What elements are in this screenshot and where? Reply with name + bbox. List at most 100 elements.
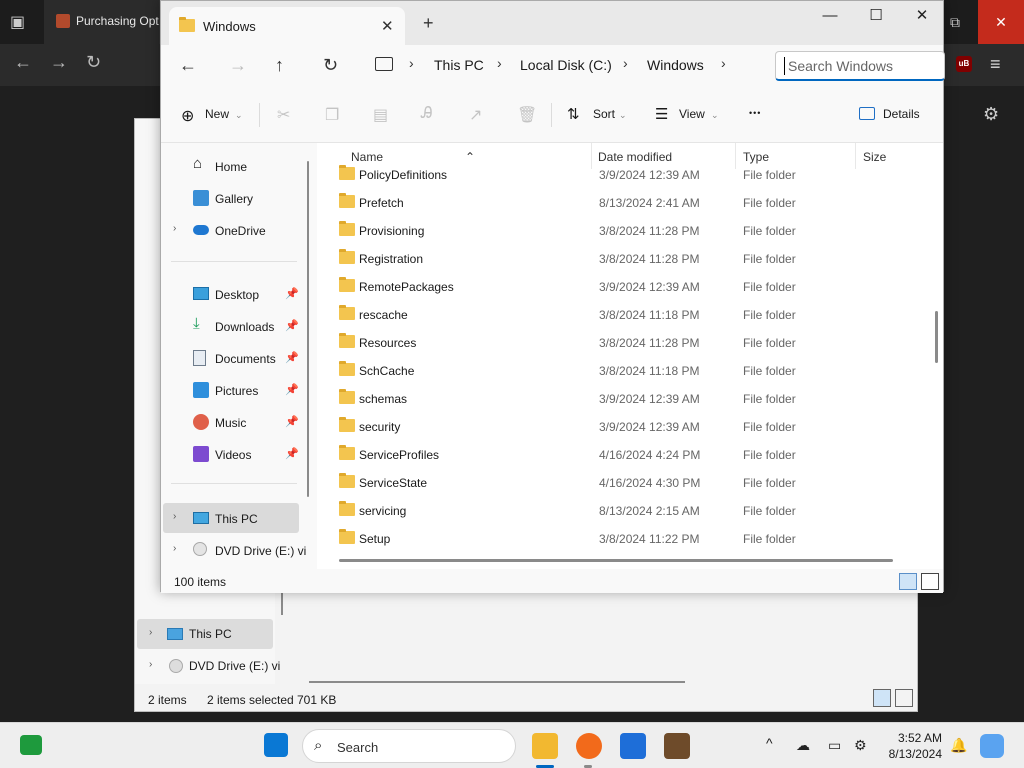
new-tab-button[interactable]: +: [423, 13, 434, 34]
paste-icon[interactable]: ▤: [373, 105, 388, 125]
background-nav-scrollbar[interactable]: [281, 593, 283, 615]
table-row[interactable]: Setup 3/8/2024 11:22 PM File folder: [317, 525, 927, 553]
nav-item-desktop[interactable]: Desktop 📌: [171, 279, 301, 309]
table-row[interactable]: Resources 3/8/2024 11:28 PM File folder: [317, 329, 927, 357]
details-button[interactable]: Details: [883, 107, 920, 121]
show-hidden-icons-chevron[interactable]: ^: [766, 735, 773, 751]
breadcrumb-windows[interactable]: Windows: [647, 57, 704, 73]
background-browser-tab[interactable]: Purchasing Opt: [44, 0, 160, 44]
tiles-view-button[interactable]: [921, 573, 939, 590]
close-tab-icon[interactable]: ✕: [381, 17, 394, 35]
close-button[interactable]: ✕: [899, 5, 945, 29]
notification-bell-icon[interactable]: 🔔: [950, 737, 967, 754]
table-row[interactable]: ServiceProfiles 4/16/2024 4:24 PM File fol…: [317, 441, 927, 469]
nav-item-downloads[interactable]: ⤓ Downloads 📌: [171, 311, 301, 341]
cut-icon[interactable]: ✂: [277, 105, 290, 125]
microsoft-store-icon[interactable]: [620, 733, 646, 759]
sort-icon[interactable]: ⇅: [567, 105, 580, 123]
start-windows-icon[interactable]: [264, 733, 288, 757]
breadcrumb-separator[interactable]: ›: [623, 55, 628, 71]
file-list-hscrollbar[interactable]: [339, 559, 893, 562]
network-offline-icon[interactable]: ☁: [796, 737, 810, 754]
pin-icon[interactable]: 📌: [285, 447, 299, 460]
details-view-button[interactable]: [873, 689, 891, 707]
breadcrumb-this-pc[interactable]: This PC: [434, 57, 484, 73]
table-row[interactable]: RemotePackages 3/9/2024 12:39 AM File fold…: [317, 273, 927, 301]
view-button[interactable]: View: [679, 107, 705, 121]
copy-icon[interactable]: ❐: [325, 105, 339, 125]
refresh-button[interactable]: ↻: [323, 55, 338, 76]
table-row[interactable]: rescache 3/8/2024 11:18 PM File folder: [317, 301, 927, 329]
minimize-button[interactable]: —: [807, 5, 853, 29]
display-icon[interactable]: ▭: [828, 737, 841, 754]
nav-item-gallery[interactable]: Gallery: [171, 183, 301, 213]
breadcrumb-separator[interactable]: ›: [409, 55, 414, 71]
table-row[interactable]: Prefetch 8/13/2024 2:41 AM File folder: [317, 189, 927, 217]
browser-forward-icon[interactable]: →: [50, 52, 68, 73]
chevron-right-icon[interactable]: ›: [149, 659, 152, 670]
browser-back-icon[interactable]: ←: [14, 52, 32, 73]
search-input[interactable]: Search Windows: [775, 51, 945, 81]
up-button[interactable]: ↑: [275, 55, 284, 76]
table-row[interactable]: Provisioning 3/8/2024 11:28 PM File folder: [317, 217, 927, 245]
computer-icon[interactable]: [375, 57, 393, 71]
pin-icon[interactable]: 📌: [285, 319, 299, 332]
firefox-icon[interactable]: [576, 733, 602, 759]
details-pane-icon[interactable]: [859, 107, 875, 120]
copilot-icon[interactable]: [980, 734, 1004, 758]
nav-item-dvd-drive[interactable]: › DVD Drive (E:) vi: [171, 535, 306, 565]
delete-icon[interactable]: 🗑: [517, 105, 537, 125]
pin-icon[interactable]: 📌: [285, 415, 299, 428]
tab-actions-icon[interactable]: ▣: [10, 12, 30, 32]
background-hscrollbar[interactable]: [309, 681, 685, 683]
breadcrumb-separator[interactable]: ›: [497, 55, 502, 71]
file-list-vscrollbar[interactable]: [935, 311, 938, 363]
table-row[interactable]: PolicyDefinitions 3/9/2024 12:39 AM File f…: [317, 161, 927, 189]
browser-menu-icon[interactable]: ≡: [990, 54, 1001, 75]
tiles-view-button[interactable]: [895, 689, 913, 707]
chevron-down-icon[interactable]: ⌄: [619, 110, 627, 121]
breadcrumb-separator[interactable]: ›: [721, 55, 726, 71]
file-explorer-taskbar-icon[interactable]: [532, 733, 558, 759]
more-options-button[interactable]: •••: [749, 108, 761, 118]
nav-item-home[interactable]: ⌂ Home: [171, 151, 301, 181]
nav-item-pictures[interactable]: Pictures 📌: [171, 375, 301, 405]
pin-icon[interactable]: 📌: [285, 383, 299, 396]
chevron-right-icon[interactable]: ›: [173, 543, 176, 554]
nav-item-onedrive[interactable]: › OneDrive: [171, 215, 301, 245]
system-clock[interactable]: 3:52 AM 8/13/2024: [884, 730, 942, 762]
table-row[interactable]: ServiceState 4/16/2024 4:30 PM File folder: [317, 469, 927, 497]
widgets-icon[interactable]: [20, 735, 42, 755]
maximize-button[interactable]: ☐: [853, 5, 899, 29]
details-view-button[interactable]: [899, 573, 917, 590]
nav-item-music[interactable]: Music 📌: [171, 407, 301, 437]
breadcrumb-local-disk[interactable]: Local Disk (C:): [520, 57, 612, 73]
minecraft-icon[interactable]: [664, 733, 690, 759]
browser-reload-icon[interactable]: ↻: [86, 52, 101, 73]
table-row[interactable]: Registration 3/8/2024 11:28 PM File folder: [317, 245, 927, 273]
chevron-down-icon[interactable]: ⌄: [711, 110, 719, 121]
new-button[interactable]: New: [205, 107, 229, 121]
chevron-right-icon[interactable]: ›: [173, 223, 176, 234]
sort-button[interactable]: Sort: [593, 107, 615, 121]
nav-item-documents[interactable]: Documents 📌: [171, 343, 301, 373]
pin-icon[interactable]: 📌: [285, 351, 299, 364]
gear-icon[interactable]: ⚙: [983, 104, 999, 125]
chevron-right-icon[interactable]: ›: [173, 511, 176, 522]
share-icon[interactable]: ↗: [469, 105, 482, 125]
back-button[interactable]: ←: [179, 55, 197, 76]
new-plus-icon[interactable]: ⊕: [181, 106, 194, 126]
table-row[interactable]: SchCache 3/8/2024 11:18 PM File folder: [317, 357, 927, 385]
nav-item-videos[interactable]: Videos 📌: [171, 439, 301, 469]
nav-scrollbar[interactable]: [307, 161, 309, 497]
nav-item-this-pc[interactable]: › This PC: [163, 503, 299, 533]
view-icon[interactable]: ☰: [655, 105, 668, 123]
accessibility-icon[interactable]: ⚙: [854, 737, 867, 754]
table-row[interactable]: servicing 8/13/2024 2:15 AM File folder: [317, 497, 927, 525]
rename-icon[interactable]: Ꭿ: [421, 105, 433, 123]
chevron-down-icon[interactable]: ⌄: [235, 110, 243, 121]
table-row[interactable]: security 3/9/2024 12:39 AM File folder: [317, 413, 927, 441]
tab-windows[interactable]: Windows ✕: [169, 7, 405, 45]
table-row[interactable]: schemas 3/9/2024 12:39 AM File folder: [317, 385, 927, 413]
forward-button[interactable]: →: [229, 55, 247, 76]
